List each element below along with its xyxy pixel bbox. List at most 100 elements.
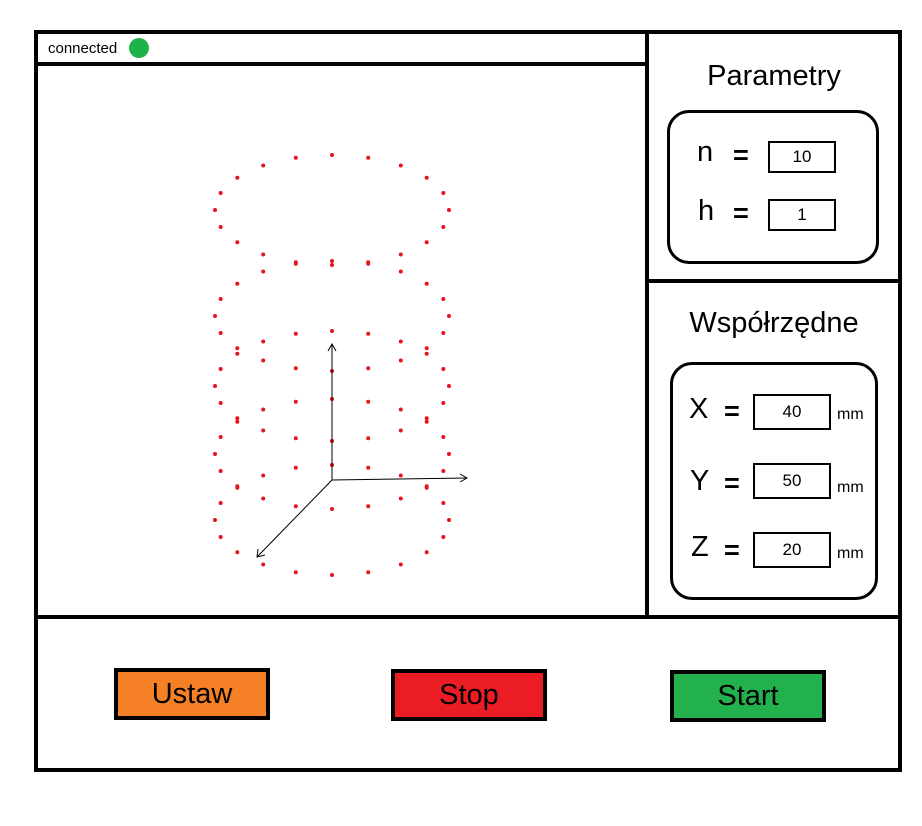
coord-z-input[interactable]: 20 xyxy=(753,532,831,568)
point-marker xyxy=(218,225,223,229)
point-marker xyxy=(235,351,240,356)
point-marker xyxy=(261,252,266,257)
parameters-group xyxy=(667,110,879,264)
point-marker xyxy=(441,469,446,473)
point-marker xyxy=(366,261,371,266)
point-marker xyxy=(293,366,298,371)
coord-z-equals: = xyxy=(724,535,740,565)
point-marker xyxy=(293,436,298,441)
point-marker xyxy=(235,240,240,245)
point-marker xyxy=(293,465,298,470)
point-marker xyxy=(261,496,266,501)
point-marker xyxy=(235,419,240,424)
start-button[interactable]: Start xyxy=(670,670,826,722)
coord-x-unit: mm xyxy=(837,406,864,423)
point-marker xyxy=(218,191,223,195)
point-marker xyxy=(213,452,217,456)
x-axis xyxy=(331,477,468,481)
point-marker xyxy=(398,269,403,274)
point-marker xyxy=(424,419,429,424)
point-marker xyxy=(218,331,223,335)
vertical-divider xyxy=(645,30,649,618)
point-marker xyxy=(218,367,223,371)
point-marker xyxy=(441,297,446,301)
y-axis xyxy=(256,479,333,558)
param-n-input[interactable]: 10 xyxy=(768,141,836,173)
point-marker xyxy=(213,208,217,212)
point-marker xyxy=(218,297,223,301)
coord-y-input[interactable]: 50 xyxy=(753,463,831,499)
point-marker xyxy=(398,163,403,168)
coordinates-title: Współrzędne xyxy=(689,307,859,339)
point-marker xyxy=(424,550,429,555)
point-marker xyxy=(366,570,371,575)
point-marker xyxy=(235,346,240,351)
coord-y-unit: mm xyxy=(837,479,864,496)
point-marker xyxy=(424,416,429,421)
point-marker xyxy=(218,469,223,473)
point-marker xyxy=(261,407,266,412)
point-marker xyxy=(218,535,223,539)
point-marker xyxy=(218,401,223,405)
point-marker xyxy=(366,504,371,509)
param-h-input[interactable]: 1 xyxy=(768,199,836,231)
point-marker xyxy=(366,465,371,470)
point-marker xyxy=(330,259,334,263)
param-n-equals: = xyxy=(733,140,749,170)
point-marker xyxy=(261,562,266,567)
point-marker xyxy=(424,351,429,356)
point-marker xyxy=(447,208,451,212)
param-n-label: n xyxy=(697,136,714,168)
point-marker xyxy=(213,314,217,318)
point-marker xyxy=(398,252,403,257)
coord-x-equals: = xyxy=(724,396,740,426)
frame-bottom xyxy=(34,768,902,772)
axes xyxy=(256,342,469,558)
point-marker xyxy=(398,339,403,344)
point-marker xyxy=(261,358,266,363)
point-marker xyxy=(366,331,371,336)
point-marker xyxy=(330,329,334,333)
point-marker xyxy=(235,281,240,286)
point-marker xyxy=(293,331,298,336)
set-button[interactable]: Ustaw xyxy=(114,668,270,720)
point-marker xyxy=(441,401,446,405)
param-h-label: h xyxy=(698,195,715,227)
point-marker xyxy=(261,339,266,344)
point-marker xyxy=(424,346,429,351)
stop-button[interactable]: Stop xyxy=(391,669,547,721)
point-marker xyxy=(330,153,334,157)
coord-y-equals: = xyxy=(724,468,740,498)
point-marker xyxy=(398,562,403,567)
coord-x-input[interactable]: 40 xyxy=(753,394,831,430)
coord-z-label: Z xyxy=(691,531,709,563)
point-marker xyxy=(398,496,403,501)
point-marker xyxy=(213,384,217,388)
point-marker xyxy=(293,155,298,160)
point-marker xyxy=(261,163,266,168)
point-marker xyxy=(424,281,429,286)
point-marker xyxy=(330,507,334,511)
point-marker xyxy=(398,407,403,412)
status-bar: connected xyxy=(38,33,647,63)
frame-right xyxy=(898,30,902,772)
point-marker xyxy=(293,261,298,266)
3d-viewport[interactable] xyxy=(38,66,645,615)
point-marker xyxy=(330,263,334,267)
point-marker xyxy=(447,314,451,318)
point-marker xyxy=(447,452,451,456)
parameters-title: Parametry xyxy=(707,60,841,92)
point-marker xyxy=(235,175,240,180)
point-marker xyxy=(366,436,371,441)
point-marker xyxy=(218,435,223,439)
point-marker xyxy=(398,428,403,433)
coord-x-label: X xyxy=(689,393,709,425)
point-marker xyxy=(293,504,298,509)
point-marker xyxy=(261,428,266,433)
point-marker xyxy=(441,367,446,371)
point-marker xyxy=(424,240,429,245)
connection-status-text: connected xyxy=(48,39,118,57)
coord-z-unit: mm xyxy=(837,545,864,562)
point-marker xyxy=(235,550,240,555)
bottom-divider xyxy=(34,615,902,619)
